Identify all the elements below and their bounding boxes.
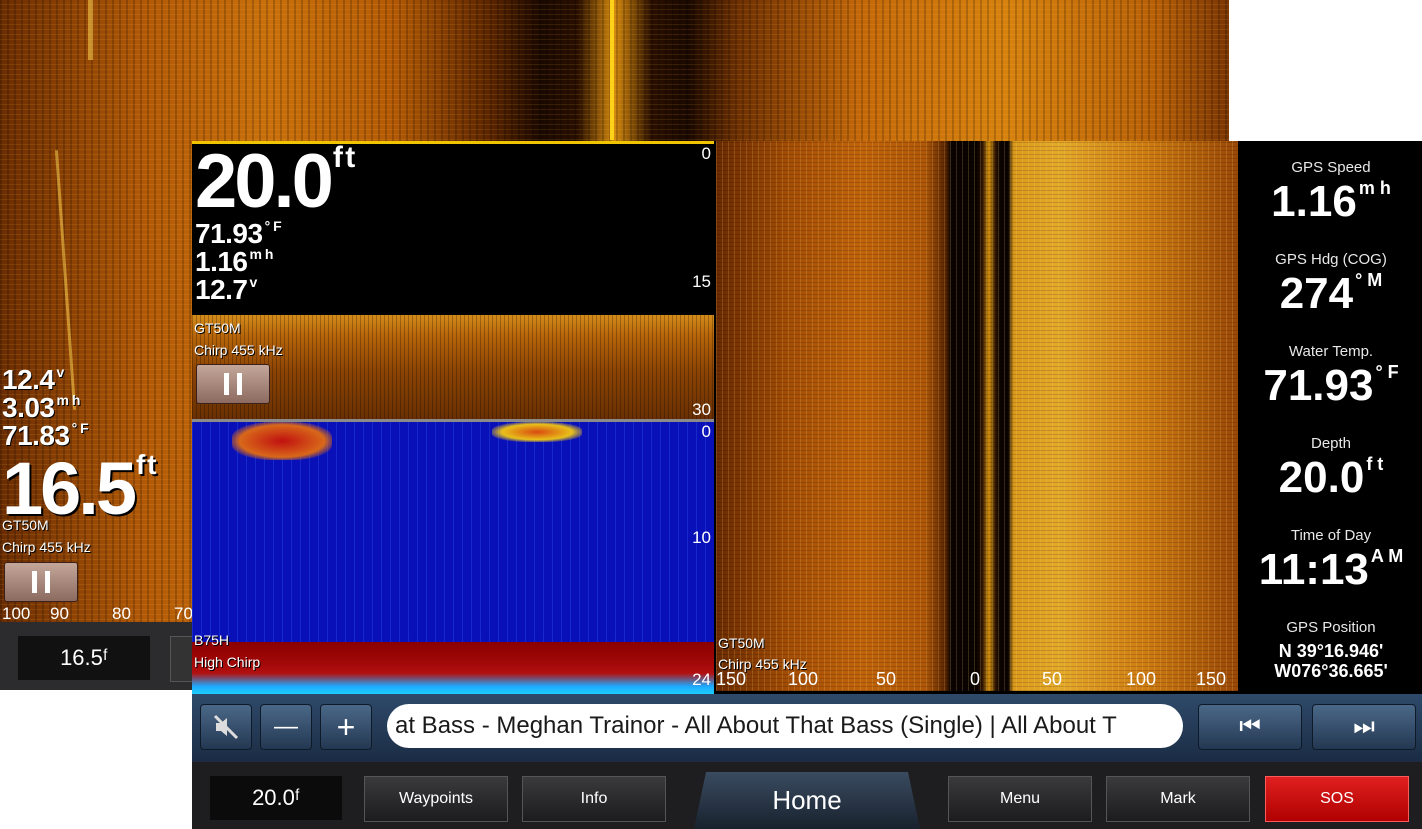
data-sidebar: GPS Speed 1.16 m h GPS Hdg (COG) 274 ° M W… [1240, 141, 1422, 691]
depth-field: Depth 20.0 f t [1240, 435, 1422, 500]
volume-up-button[interactable]: + [320, 704, 372, 750]
range-label: 0 [970, 669, 981, 689]
time-of-day-value: 11:13 A M [1258, 545, 1404, 594]
bg-pause-button[interactable] [4, 562, 78, 602]
bg-speed: 3.03 m h [2, 392, 80, 423]
gps-heading-title: GPS Hdg (COG) [1275, 251, 1387, 268]
bg-depth-box: 16.5ᶠ [18, 636, 150, 680]
voltage-readout: 12.7 v [195, 274, 257, 305]
range-label: 100 [1126, 669, 1157, 689]
pause-icon [224, 373, 242, 395]
bg-readouts: 12.4 v 3.03 m h 71.83 ° F 16.5f t [2, 364, 157, 530]
bg-frequency-label: Chirp 455 kHz [2, 539, 91, 555]
range-label: 150 [716, 669, 747, 689]
water-temp-value: 71.93 ° F [1263, 361, 1399, 410]
bg-transducer-label: GT50M [2, 517, 49, 533]
chirp-scale-label: 0 [701, 422, 711, 441]
bg-scale-label: 70 [174, 604, 193, 623]
top-frequency-label: Chirp 455 kHz [194, 342, 283, 358]
bg-scale-label: 90 [50, 604, 69, 623]
previous-track-icon: ⏮ [1239, 713, 1261, 740]
depth-readout: 20.0f t [195, 141, 355, 224]
top-readouts: 20.0f t 71.93 ° F 1.16 m h 12.7 v [195, 141, 355, 305]
gps-latitude: N 39°16.946' [1278, 641, 1384, 661]
temperature-readout: 71.93 ° F [195, 218, 282, 249]
gps-speed-title: GPS Speed [1291, 159, 1371, 176]
gps-position-title: GPS Position [1286, 619, 1376, 636]
info-button[interactable]: Info [522, 776, 666, 822]
range-label: 50 [1042, 669, 1063, 689]
previous-track-button[interactable]: ⏮ [1198, 704, 1302, 750]
mute-icon [213, 714, 239, 740]
gps-heading-field: GPS Hdg (COG) 274 ° M [1240, 251, 1422, 316]
sonar-streak [88, 0, 93, 60]
sidevu-range-scale: 150 100 50 0 50 100 150 [716, 669, 1238, 691]
waypoints-button[interactable]: Waypoints [364, 776, 508, 822]
time-of-day-field: Time of Day 11:13 A M [1240, 527, 1422, 592]
sonar-pane-top[interactable]: 20.0f t 71.93 ° F 1.16 m h 12.7 v GT50M Chi… [192, 141, 714, 419]
chirp-scale-label: 10 [692, 528, 711, 547]
pause-icon [32, 571, 50, 593]
speed-readout: 1.16 m h [195, 246, 273, 277]
menu-button[interactable]: Menu [948, 776, 1092, 822]
depth-scale-label: 15 [692, 272, 711, 291]
chirp-transducer-label: B75H [194, 632, 230, 648]
depth-scale-label: 0 [701, 144, 711, 163]
volume-down-button[interactable]: — [260, 704, 312, 750]
depth-box: 20.0ᶠ [210, 776, 342, 820]
mute-button[interactable] [200, 704, 252, 750]
mark-button[interactable]: Mark [1106, 776, 1250, 822]
bg-temperature: 71.83 ° F [2, 420, 89, 451]
water-temp-field: Water Temp. 71.93 ° F [1240, 343, 1422, 408]
now-playing-ticker[interactable]: at Bass - Meghan Trainor - All About Tha… [387, 704, 1183, 748]
top-transducer-label: GT50M [194, 320, 241, 336]
bg-depth: 16.5f t [2, 447, 157, 530]
chirp-bottom-return [192, 642, 714, 694]
range-label: 150 [1196, 669, 1227, 689]
time-of-day-title: Time of Day [1290, 527, 1372, 544]
gps-longitude: W076°36.665' [1274, 660, 1388, 681]
range-label: 100 [788, 669, 819, 689]
chirp-scale-label: 24 [692, 670, 711, 689]
nav-bar: 20.0ᶠ Waypoints Info Home Menu Mark SOS [192, 762, 1422, 829]
bg-voltage: 12.4 v [2, 364, 64, 395]
fish-arch [492, 422, 582, 442]
media-bar: — + at Bass - Meghan Trainor - All About… [192, 694, 1422, 762]
depth-title: Depth [1310, 435, 1352, 452]
gps-position-field: GPS Position N 39°16.946' W076°36.665' [1240, 619, 1422, 682]
range-label: 50 [876, 669, 897, 689]
front-screen: 20.0f t 71.93 ° F 1.16 m h 12.7 v GT50M Chi… [192, 141, 1422, 829]
next-track-button[interactable]: ⏭ [1312, 704, 1416, 750]
gps-heading-value: 274 ° M [1279, 269, 1383, 318]
sos-button[interactable]: SOS [1265, 776, 1409, 822]
sonar-bottom-return [192, 315, 714, 419]
sidevu-transducer-label: GT50M [718, 635, 765, 651]
next-track-icon: ⏭ [1353, 713, 1375, 740]
gps-speed-value: 1.16 m h [1271, 177, 1391, 226]
gps-speed-field: GPS Speed 1.16 m h [1240, 159, 1422, 224]
fish-arch [232, 422, 332, 460]
chirp-frequency-label: High Chirp [194, 654, 261, 670]
pause-button[interactable] [196, 364, 270, 404]
water-temp-title: Water Temp. [1288, 343, 1374, 360]
bg-nav-button[interactable] [170, 636, 194, 682]
bg-scale-label: 100 [2, 604, 31, 623]
sonar-pane-chirp[interactable]: B75H High Chirp 0 10 24 [192, 419, 714, 694]
bg-scale-label: 80 [112, 604, 131, 623]
depth-value: 20.0 f t [1278, 453, 1384, 502]
home-button[interactable]: Home [694, 772, 920, 829]
depth-scale-label: 30 [692, 400, 711, 419]
sidevu-pane[interactable]: GT50M Chirp 455 kHz 150 100 50 0 50 100 … [716, 141, 1238, 691]
sonar-streak [610, 0, 614, 140]
